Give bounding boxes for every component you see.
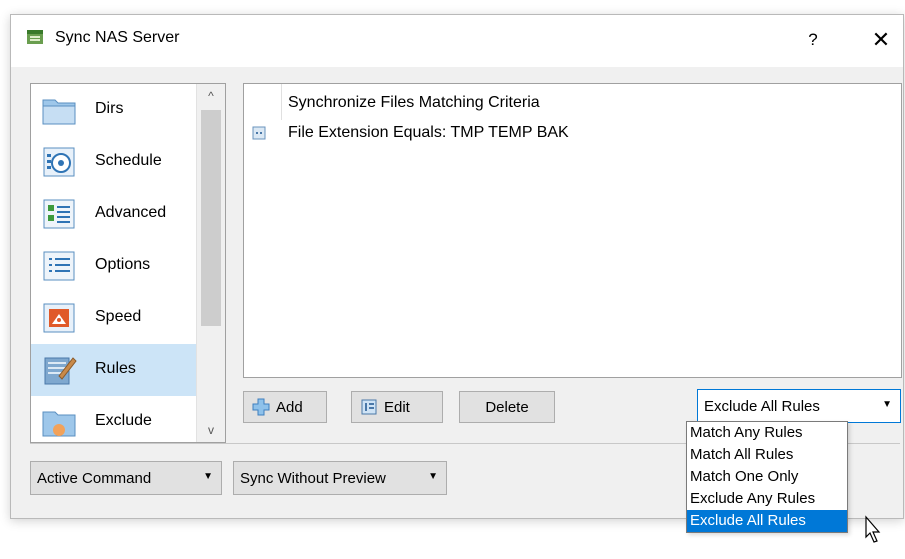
rule-icon	[252, 126, 266, 140]
option-exclude-all-rules[interactable]: Exclude All Rules	[687, 510, 847, 532]
rule-row[interactable]: File Extension Equals: TMP TEMP BAK	[244, 120, 901, 148]
option-match-one-only[interactable]: Match One Only	[687, 466, 847, 488]
title-bar: Sync NAS Server ? ✕	[11, 15, 903, 67]
delete-button[interactable]: Delete	[459, 391, 555, 423]
nav-scrollbar[interactable]: ^ v	[196, 84, 225, 442]
nav-item-exclude[interactable]: Exclude	[31, 396, 197, 442]
edit-button[interactable]: Edit	[351, 391, 443, 423]
nav-item-rules[interactable]: Rules	[31, 344, 197, 396]
nav-label: Exclude	[95, 412, 152, 429]
app-icon	[27, 30, 43, 44]
nav-label: Advanced	[95, 204, 167, 221]
plus-icon	[252, 398, 270, 416]
speed-icon	[43, 303, 75, 333]
nav-item-speed[interactable]: Speed	[31, 292, 197, 344]
scroll-thumb[interactable]	[201, 110, 221, 326]
option-exclude-any-rules[interactable]: Exclude Any Rules	[687, 488, 847, 510]
command-value: Active Command	[37, 470, 152, 487]
schedule-icon	[43, 147, 75, 177]
sync-mode-value: Sync Without Preview	[240, 470, 386, 487]
rules-header-label: Synchronize Files Matching Criteria	[288, 94, 540, 111]
sync-mode-select[interactable]: Sync Without Preview ▼	[233, 461, 447, 495]
nav-label: Options	[95, 256, 151, 273]
delete-label: Delete	[485, 398, 529, 416]
chevron-down-icon: ▼	[882, 399, 892, 410]
chevron-down-icon: ▼	[203, 471, 213, 482]
rule-mode-value: Exclude All Rules	[704, 398, 820, 415]
add-button[interactable]: Add	[243, 391, 327, 423]
advanced-icon	[43, 199, 75, 229]
scroll-up-arrow-icon[interactable]: ^	[197, 84, 225, 108]
nav-label: Dirs	[95, 100, 124, 117]
nav-label: Speed	[95, 308, 142, 325]
folder-icon	[42, 99, 76, 125]
edit-icon	[361, 399, 377, 415]
chevron-down-icon: ▼	[428, 471, 438, 482]
mouse-cursor-icon	[865, 515, 881, 543]
rules-list[interactable]: Synchronize Files Matching Criteria File…	[243, 83, 902, 378]
scroll-down-arrow-icon[interactable]: v	[197, 418, 225, 442]
nav-label: Schedule	[95, 152, 162, 169]
option-match-any-rules[interactable]: Match Any Rules	[687, 422, 847, 444]
nav-item-dirs[interactable]: Dirs	[31, 84, 197, 136]
nav-label: Rules	[95, 360, 136, 377]
command-select[interactable]: Active Command ▼	[30, 461, 222, 495]
category-list: Dirs Schedule Advanced Options Speed Rul…	[30, 83, 226, 443]
option-match-all-rules[interactable]: Match All Rules	[687, 444, 847, 466]
close-button[interactable]: ✕	[861, 23, 901, 57]
nav-item-advanced[interactable]: Advanced	[31, 188, 197, 240]
rule-mode-dropdown: Match Any Rules Match All Rules Match On…	[686, 421, 848, 533]
add-label: Add	[276, 398, 303, 416]
rule-text: File Extension Equals: TMP TEMP BAK	[288, 124, 569, 141]
options-icon	[43, 251, 75, 281]
rules-icon	[44, 357, 77, 385]
window-title: Sync NAS Server	[55, 29, 180, 46]
nav-item-schedule[interactable]: Schedule	[31, 136, 197, 188]
exclude-icon	[42, 411, 76, 437]
help-button[interactable]: ?	[793, 23, 833, 57]
rules-header: Synchronize Files Matching Criteria	[244, 90, 901, 118]
edit-label: Edit	[384, 398, 410, 416]
rule-mode-select[interactable]: Exclude All Rules ▼	[697, 389, 901, 423]
nav-item-options[interactable]: Options	[31, 240, 197, 292]
